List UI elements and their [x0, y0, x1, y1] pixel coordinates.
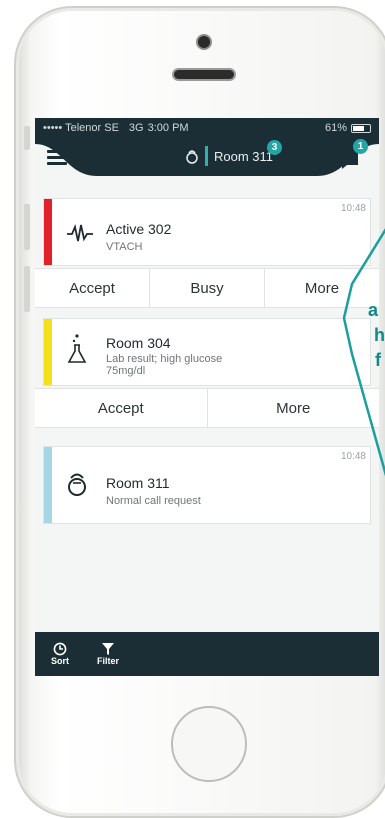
- nurse-call-icon: [68, 473, 86, 496]
- alert-card-room-304[interactable]: Room 304 Lab result; high glucose 75mg/d…: [43, 318, 371, 386]
- volume-down-button: [24, 266, 30, 312]
- filter-tab[interactable]: Filter: [91, 632, 125, 676]
- room-divider: [205, 146, 208, 166]
- callout-text-line1: a: [368, 300, 379, 320]
- alert-subtitle-line1: Lab result; high glucose: [106, 353, 223, 365]
- bottom-tab-bar: Sort Filter: [35, 632, 379, 676]
- carrier-label: ••••• Telenor SE: [43, 122, 119, 134]
- filter-icon: [102, 643, 114, 655]
- clock-icon: [53, 642, 67, 656]
- clock-label: 3:00 PM: [147, 122, 189, 134]
- alert-title: Room 311: [106, 475, 170, 491]
- nurse-call-icon: [186, 150, 198, 164]
- alert-card-room-311[interactable]: 10:48 Room 311 Normal call request: [43, 446, 371, 524]
- earpiece-speaker: [174, 70, 234, 79]
- front-camera: [198, 36, 210, 48]
- mute-switch: [24, 126, 30, 150]
- app-screen: ••••• Telenor SE 3G 3:00 PM 61% Room 311…: [35, 118, 379, 676]
- top-nav: Room 311 3 1: [35, 138, 379, 178]
- sort-label: Sort: [51, 656, 69, 666]
- filter-label: Filter: [96, 656, 119, 666]
- callout-text-line3: f: [375, 350, 381, 370]
- priority-stripe: [44, 319, 52, 385]
- message-icon[interactable]: [339, 152, 359, 170]
- ecg-wave-icon: [67, 224, 93, 242]
- alert-time: 10:48: [340, 203, 366, 214]
- busy-button[interactable]: Busy: [150, 269, 265, 307]
- alert-subtitle-line2: 75mg/dl: [106, 365, 146, 377]
- message-count-badge: 1: [353, 139, 368, 154]
- priority-stripe: [44, 447, 52, 523]
- alert-card-active-302[interactable]: 10:48 Active 302 VTACH: [43, 198, 371, 266]
- room-selector[interactable]: Room 311: [185, 146, 273, 166]
- alert-actions-1: Accept Busy More: [35, 268, 379, 308]
- sort-tab[interactable]: Sort: [43, 632, 77, 676]
- accept-button[interactable]: Accept: [35, 389, 208, 427]
- alert-actions-2: Accept More: [35, 388, 379, 428]
- room-count-badge: 3: [267, 140, 282, 155]
- battery-icon: [351, 123, 371, 133]
- volume-up-button: [24, 204, 30, 250]
- callout-text-line2: h: [374, 325, 385, 345]
- accept-button[interactable]: Accept: [35, 269, 150, 307]
- flask-icon: [67, 334, 87, 363]
- alert-subtitle: VTACH: [106, 241, 143, 253]
- battery-percent: 61%: [324, 122, 347, 134]
- home-button[interactable]: [171, 706, 247, 782]
- alert-title: Active 302: [106, 221, 172, 237]
- network-label: 3G: [128, 122, 144, 134]
- alert-subtitle: Normal call request: [106, 495, 201, 507]
- room-title: Room 311: [214, 148, 274, 164]
- menu-icon[interactable]: [47, 150, 67, 166]
- alert-title: Room 304: [106, 335, 171, 351]
- priority-stripe: [44, 199, 52, 265]
- status-bar: ••••• Telenor SE 3G 3:00 PM 61%: [35, 118, 379, 138]
